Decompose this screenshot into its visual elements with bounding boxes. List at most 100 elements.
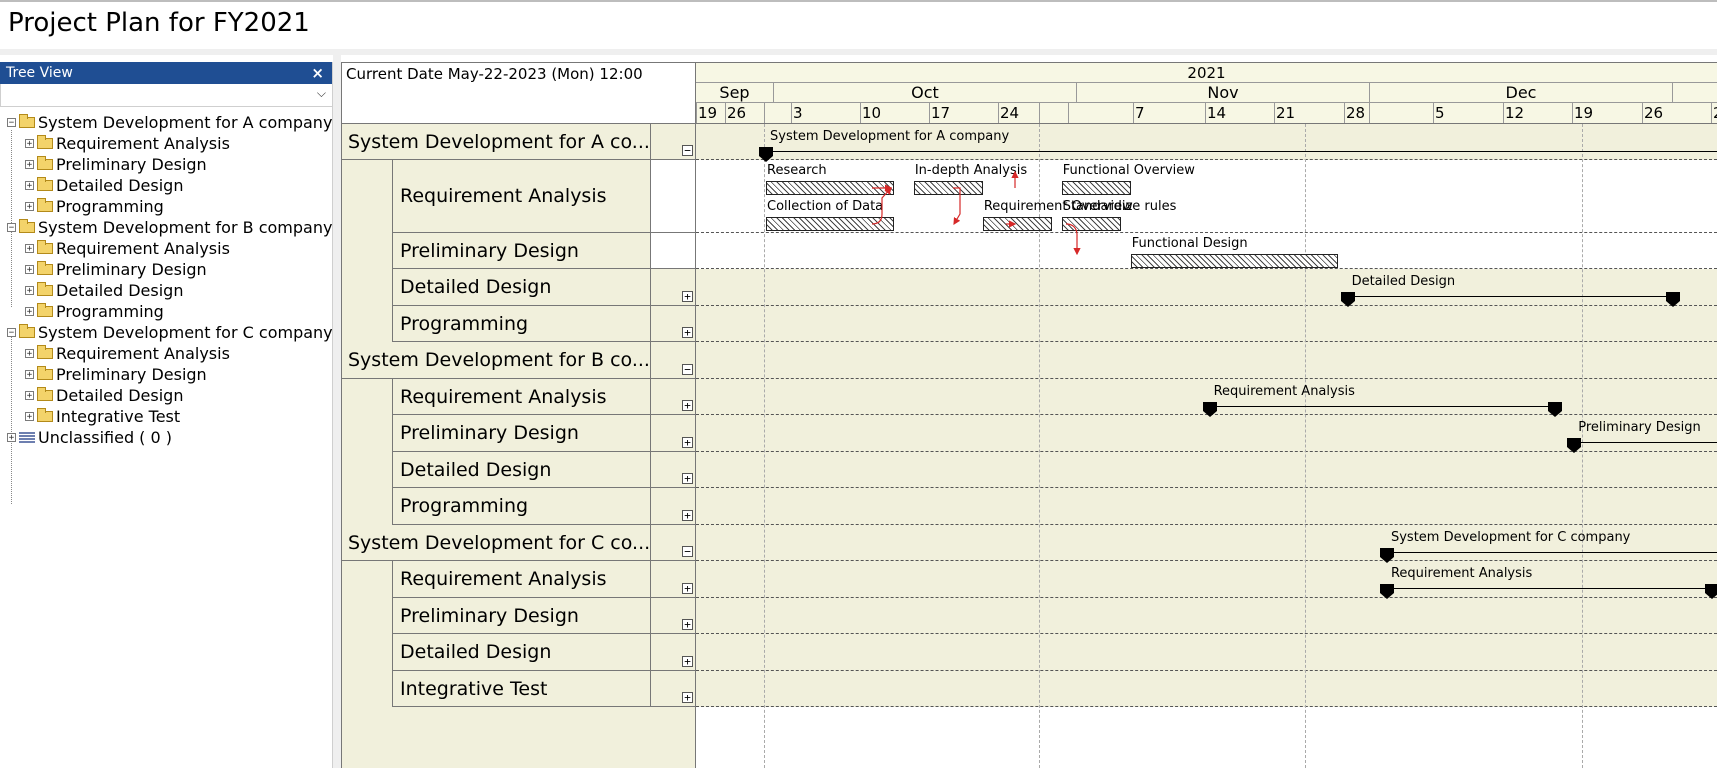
folder-icon — [37, 156, 53, 170]
task-row[interactable]: Requirement Analysis + — [392, 561, 695, 598]
expand-icon[interactable]: + — [682, 291, 693, 302]
close-icon[interactable]: × — [311, 62, 324, 84]
task-row[interactable]: Programming + — [392, 306, 695, 342]
expand-icon[interactable]: + — [25, 286, 34, 296]
tree-filter-combo[interactable]: ⌵ — [0, 84, 332, 107]
group-row[interactable]: System Development for C co... − — [342, 525, 695, 561]
tree-node[interactable]: + Preliminary Design — [25, 364, 207, 385]
tree-node[interactable]: + Detailed Design — [25, 175, 183, 196]
tree-node[interactable]: + Requirement Analysis — [25, 133, 230, 154]
folder-icon — [37, 198, 53, 212]
gantt-chart: Current Date May-22-2023 (Mon) 12:00 202… — [341, 62, 1717, 768]
day-gridline — [1068, 103, 1070, 123]
day-tick: 12 — [1503, 103, 1572, 123]
tree-node[interactable]: − System Development for C company — [7, 322, 333, 343]
tree-node[interactable]: + Unclassified ( 0 ) — [7, 427, 172, 448]
expand-icon[interactable]: + — [682, 400, 693, 411]
tree-node[interactable]: + Requirement Analysis — [25, 343, 230, 364]
expand-icon[interactable]: + — [682, 437, 693, 448]
expand-icon[interactable]: + — [25, 391, 34, 401]
task-row[interactable]: Requirement Analysis — [392, 160, 695, 233]
tree-node[interactable]: + Integrative Test — [25, 406, 180, 427]
group-row[interactable]: System Development for A co... − — [342, 124, 695, 160]
row-control-cell: − — [650, 525, 695, 560]
row-label: Detailed Design — [400, 641, 552, 663]
expand-icon[interactable]: + — [25, 265, 34, 275]
row-label: Preliminary Design — [400, 604, 579, 627]
tree-node[interactable]: + Requirement Analysis — [25, 238, 230, 259]
expand-icon[interactable]: + — [25, 412, 34, 422]
collapse-icon[interactable]: − — [7, 118, 16, 128]
expand-icon[interactable]: + — [682, 619, 693, 630]
month-header: Dec — [1370, 83, 1673, 103]
collapse-icon[interactable]: − — [682, 145, 693, 156]
task-row[interactable]: Preliminary Design — [392, 233, 695, 269]
splitter[interactable] — [333, 55, 341, 768]
expand-icon[interactable]: + — [682, 327, 693, 338]
row-label: Requirement Analysis — [400, 185, 607, 207]
tree-node[interactable]: + Detailed Design — [25, 280, 183, 301]
tree-node[interactable]: + Programming — [25, 196, 164, 217]
tree-node-label: Preliminary Design — [56, 155, 207, 174]
tree-node[interactable]: − System Development for A company — [7, 112, 332, 133]
folder-icon — [19, 114, 35, 128]
chevron-down-icon[interactable]: ⌵ — [317, 86, 326, 101]
row-control-cell: + — [650, 634, 695, 670]
task-row[interactable]: Requirement Analysis + — [392, 379, 695, 415]
tree-node-label: Preliminary Design — [56, 260, 207, 279]
group-row[interactable]: System Development for B co... − — [342, 342, 695, 379]
row-label: Programming — [400, 495, 529, 517]
tree-node[interactable]: + Programming — [25, 301, 164, 322]
expand-icon[interactable]: + — [682, 692, 693, 703]
day-tick: 19 — [1572, 103, 1642, 123]
expand-icon[interactable]: + — [25, 181, 34, 191]
expand-icon[interactable]: + — [25, 370, 34, 380]
day-tick: 14 — [1205, 103, 1274, 123]
day-tick: 24 — [998, 103, 1133, 123]
tree-node-label: Requirement Analysis — [56, 134, 230, 153]
day-tick: 19 — [696, 103, 725, 123]
expand-icon[interactable]: + — [25, 139, 34, 149]
dependency-links — [871, 170, 1081, 256]
collapse-icon[interactable]: − — [7, 223, 16, 233]
tree-node[interactable]: + Preliminary Design — [25, 259, 207, 280]
row-label: System Development for B co... — [348, 349, 650, 371]
row-control-cell: + — [650, 306, 695, 341]
tree-node-label: Programming — [56, 302, 164, 321]
folder-icon — [37, 366, 53, 380]
expand-icon[interactable]: + — [25, 244, 34, 254]
collapse-icon[interactable]: − — [7, 328, 16, 338]
expand-icon[interactable]: + — [25, 160, 34, 170]
day-tick: 26 — [725, 103, 791, 123]
task-row[interactable]: Detailed Design + — [392, 269, 695, 306]
tree-node[interactable]: + Detailed Design — [25, 385, 183, 406]
expand-icon[interactable]: + — [25, 349, 34, 359]
expand-icon[interactable]: + — [682, 510, 693, 521]
task-row[interactable]: Preliminary Design + — [392, 415, 695, 452]
toolbar-band — [0, 49, 1717, 55]
month-header: Nov — [1077, 83, 1370, 103]
task-row[interactable]: Detailed Design + — [392, 452, 695, 488]
day-tick: 3 — [791, 103, 860, 123]
expand-icon[interactable]: + — [682, 656, 693, 667]
tree-view-header: Tree View × — [0, 62, 332, 84]
expand-icon[interactable]: + — [25, 307, 34, 317]
tree-node[interactable]: − System Development for B company — [7, 217, 332, 238]
row-label: Preliminary Design — [400, 239, 579, 262]
expand-icon[interactable]: + — [25, 202, 34, 212]
row-label: Requirement Analysis — [400, 568, 607, 590]
collapse-icon[interactable]: − — [682, 364, 693, 375]
task-row[interactable]: Integrative Test + — [392, 671, 695, 707]
task-row[interactable]: Detailed Design + — [392, 634, 695, 671]
tree-node-label: Detailed Design — [56, 176, 184, 195]
day-gridline — [1369, 103, 1371, 123]
month-header: Oct — [774, 83, 1077, 103]
tree-node[interactable]: + Preliminary Design — [25, 154, 207, 175]
expand-icon[interactable]: + — [682, 583, 693, 594]
expand-icon[interactable]: + — [7, 433, 16, 443]
collapse-icon[interactable]: − — [682, 546, 693, 557]
task-row[interactable]: Preliminary Design + — [392, 598, 695, 634]
row-control-cell — [650, 233, 695, 268]
task-row[interactable]: Programming + — [392, 488, 695, 525]
expand-icon[interactable]: + — [682, 473, 693, 484]
